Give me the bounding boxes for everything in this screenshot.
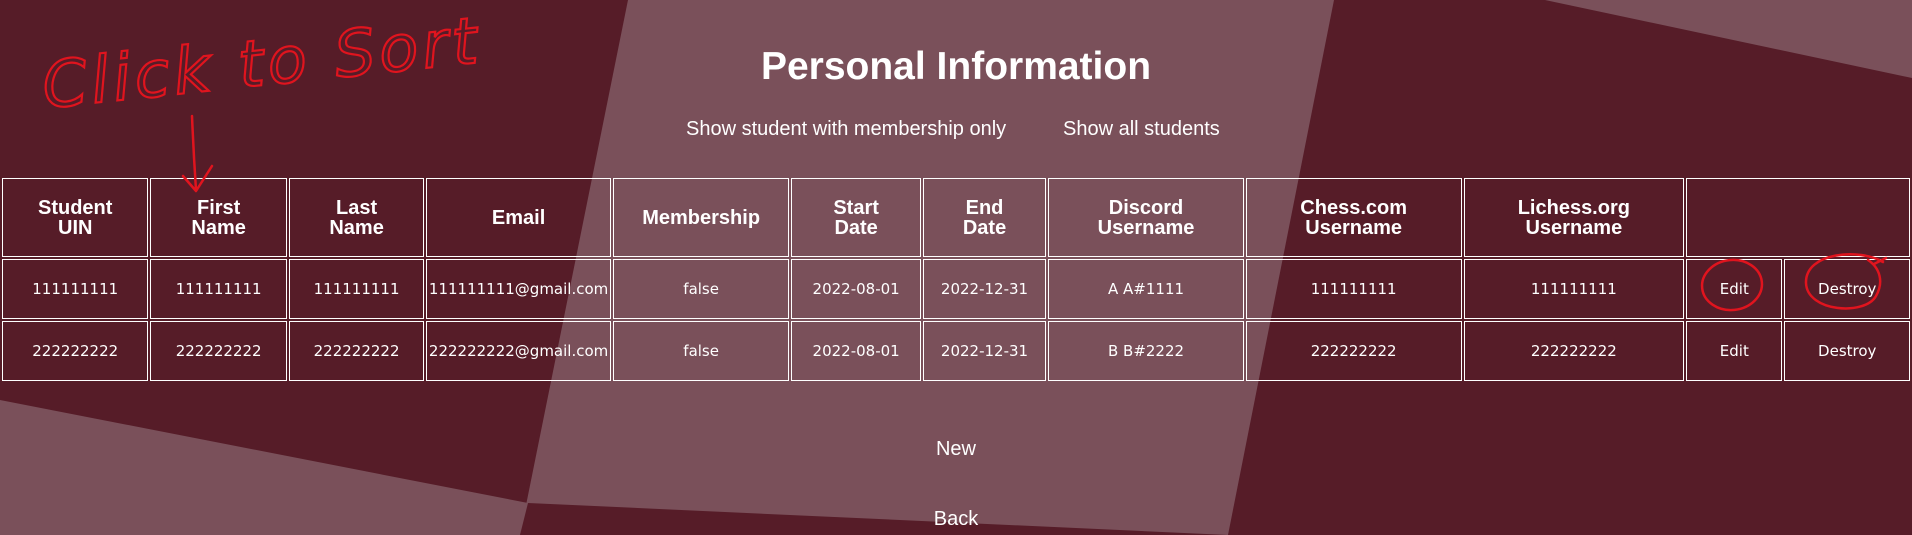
- show-membership-only-link[interactable]: Show student with membership only: [686, 117, 1006, 141]
- cell-end-date: 2022-12-31: [922, 321, 1047, 381]
- header-chess-com-username[interactable]: Chess.com Username: [1245, 178, 1462, 257]
- table-header-row: Student UIN First Name Last Name Email M…: [2, 178, 1910, 257]
- header-start-date[interactable]: Start Date: [791, 178, 921, 257]
- cell-membership: false: [612, 259, 790, 319]
- table-row: 222222222 222222222 222222222 222222222@…: [2, 321, 1910, 381]
- cell-email: 222222222@gmail.com: [426, 321, 611, 381]
- cell-first-name: 111111111: [150, 259, 287, 319]
- destroy-link[interactable]: Destroy: [1784, 259, 1910, 319]
- show-all-students-link[interactable]: Show all students: [1063, 117, 1220, 141]
- cell-discord: B B#2222: [1048, 321, 1244, 381]
- header-student-uin[interactable]: Student UIN: [2, 178, 149, 257]
- back-link[interactable]: Back: [0, 507, 1912, 531]
- cell-start-date: 2022-08-01: [791, 321, 921, 381]
- header-lichess-username[interactable]: Lichess.org Username: [1463, 178, 1685, 257]
- cell-last-name: 222222222: [288, 321, 425, 381]
- cell-chess-com: 111111111: [1245, 259, 1462, 319]
- cell-first-name: 222222222: [150, 321, 287, 381]
- header-actions: [1686, 178, 1910, 257]
- cell-uin: 111111111: [2, 259, 149, 319]
- table-row: 111111111 111111111 111111111 111111111@…: [2, 259, 1910, 319]
- header-end-date[interactable]: End Date: [922, 178, 1047, 257]
- cell-membership: false: [612, 321, 790, 381]
- edit-link[interactable]: Edit: [1686, 321, 1783, 381]
- header-membership[interactable]: Membership: [612, 178, 790, 257]
- new-student-link[interactable]: New: [0, 437, 1912, 461]
- students-table: Student UIN First Name Last Name Email M…: [0, 176, 1912, 383]
- cell-email: 111111111@gmail.com: [426, 259, 611, 319]
- header-last-name[interactable]: Last Name: [288, 178, 425, 257]
- edit-link[interactable]: Edit: [1686, 259, 1783, 319]
- cell-end-date: 2022-12-31: [922, 259, 1047, 319]
- cell-last-name: 111111111: [288, 259, 425, 319]
- cell-discord: A A#1111: [1048, 259, 1244, 319]
- header-discord-username[interactable]: Discord Username: [1048, 178, 1244, 257]
- page-title: Personal Information: [760, 45, 1152, 88]
- header-email[interactable]: Email: [426, 178, 611, 257]
- cell-lichess: 222222222: [1463, 321, 1685, 381]
- cell-start-date: 2022-08-01: [791, 259, 921, 319]
- cell-chess-com: 222222222: [1245, 321, 1462, 381]
- destroy-link[interactable]: Destroy: [1784, 321, 1910, 381]
- header-first-name[interactable]: First Name: [150, 178, 287, 257]
- cell-uin: 222222222: [2, 321, 149, 381]
- cell-lichess: 111111111: [1463, 259, 1685, 319]
